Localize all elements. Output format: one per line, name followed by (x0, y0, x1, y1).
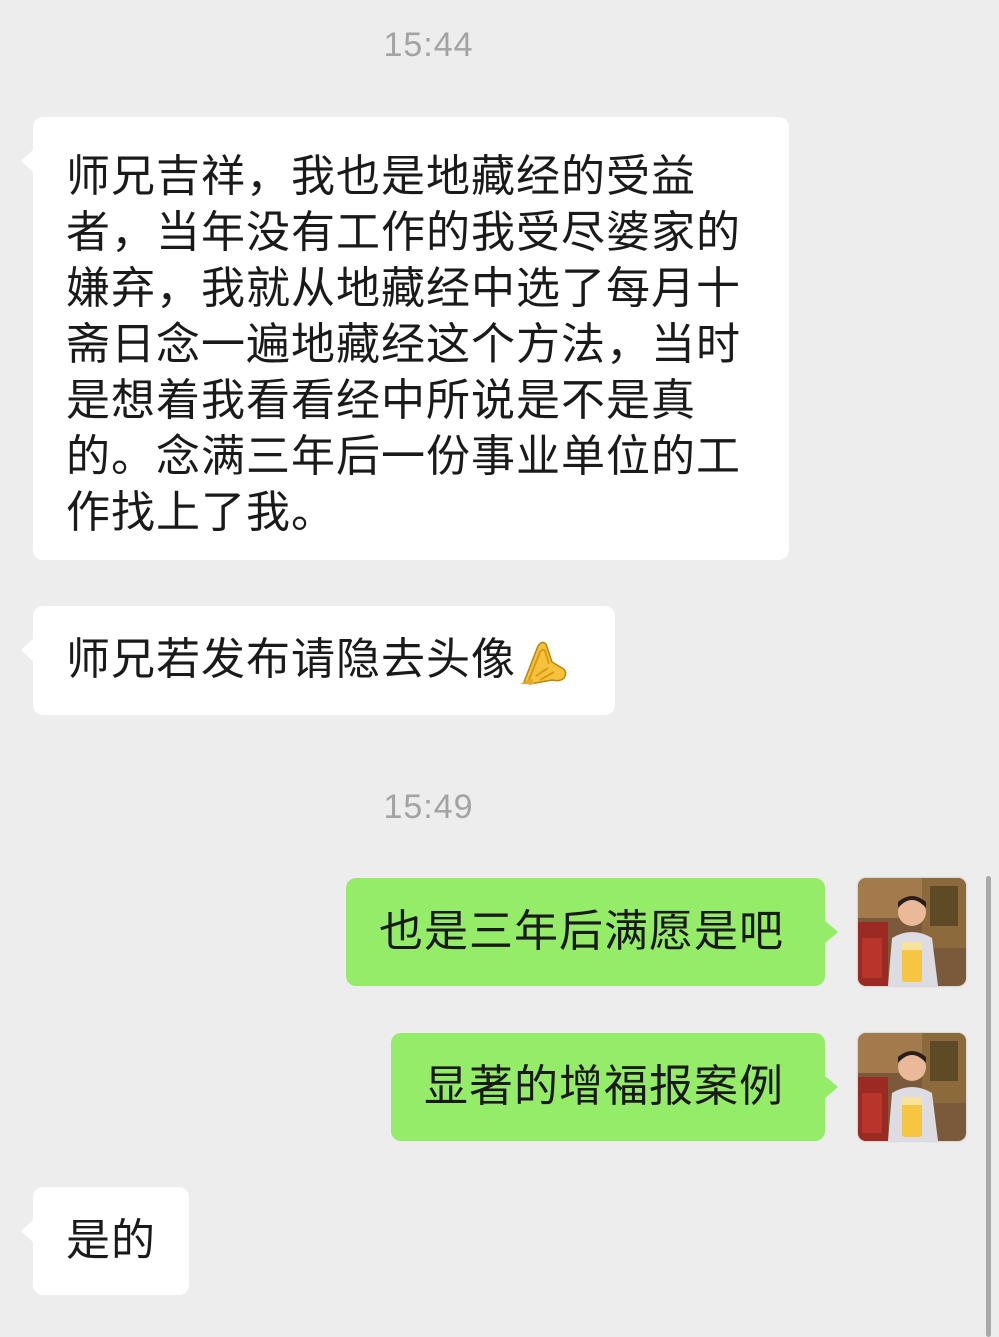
scrollbar[interactable] (986, 876, 991, 1337)
timestamp: 15:49 (383, 788, 474, 826)
message-text: 师兄吉祥，我也是地藏经的受益者，当年没有工作的我受尽婆家的嫌弃，我就从地藏经中选… (66, 151, 741, 538)
folded-hands-icon (518, 638, 570, 686)
timestamp: 15:44 (383, 26, 474, 64)
chat-area: 15:44 师兄吉祥，我也是地藏经的受益者，当年没有工作的我受尽婆家的嫌弃，我就… (0, 0, 999, 1337)
message-bubble-incoming[interactable]: 师兄若发布请隐去头像 (21, 606, 615, 715)
message-bubble-outgoing[interactable]: 显著的增福报案例 (391, 1033, 838, 1141)
message-bubble-outgoing[interactable]: 也是三年后满愿是吧 (346, 878, 838, 986)
message-text: 显著的增福报案例 (424, 1061, 784, 1112)
message-bubble-incoming[interactable]: 是的 (21, 1187, 189, 1295)
message-text: 是的 (66, 1215, 156, 1266)
message-text: 也是三年后满愿是吧 (379, 906, 784, 957)
message-text: 师兄若发布请隐去头像 (66, 634, 516, 685)
avatar[interactable] (858, 1033, 966, 1141)
message-bubble-incoming[interactable]: 师兄吉祥，我也是地藏经的受益者，当年没有工作的我受尽婆家的嫌弃，我就从地藏经中选… (21, 117, 789, 560)
avatar[interactable] (858, 878, 966, 986)
